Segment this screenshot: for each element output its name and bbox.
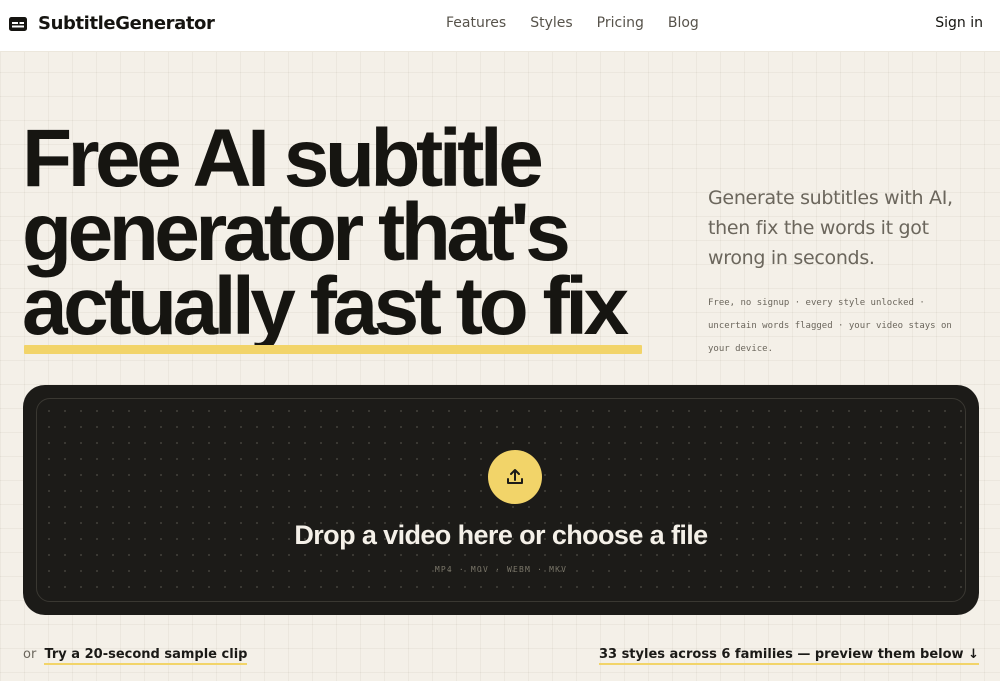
brand-name: SubtitleGenerator (38, 13, 215, 34)
sample-clip-link[interactable]: Try a 20-second sample clip (44, 647, 248, 665)
video-dropzone[interactable]: Drop a video here or choose a file MP4 ·… (23, 385, 979, 615)
headline-highlight (24, 345, 642, 354)
headline-line-3: actually fast to fix (22, 261, 629, 352)
hero-subhead: Generate subtitles with AI, then fix the… (708, 187, 953, 269)
or-label: or (23, 647, 37, 662)
upload-button[interactable] (488, 450, 542, 504)
nav-link-styles[interactable]: Styles (530, 15, 572, 31)
page: SubtitleGenerator Features Styles Pricin… (0, 0, 1000, 681)
dropzone-dotted-area: Drop a video here or choose a file MP4 ·… (36, 398, 966, 602)
styles-preview-link[interactable]: 33 styles across 6 families — preview th… (598, 647, 979, 665)
supported-formats: MP4 · MOV · WEBM · MKV (434, 565, 568, 574)
headline-line-2: generator that's (22, 187, 571, 278)
nav-link-features[interactable]: Features (446, 15, 506, 31)
nav-links: Features Styles Pricing Blog (446, 15, 723, 31)
sample-clip-row: or Try a 20-second sample clip (23, 647, 248, 665)
top-nav: SubtitleGenerator Features Styles Pricin… (0, 0, 1000, 52)
brand-logo[interactable]: SubtitleGenerator (9, 13, 215, 34)
sign-in-link[interactable]: Sign in (935, 15, 983, 31)
hero-fine-print: Free, no signup · every style unlocked ·… (708, 298, 952, 354)
subtitles-icon (9, 16, 27, 31)
upload-icon (507, 469, 523, 484)
dropzone-title: Drop a video here or choose a file (294, 520, 708, 550)
hero-headline: Free AI subtitle generator that's actual… (22, 113, 682, 352)
nav-link-blog[interactable]: Blog (668, 15, 699, 31)
headline-line-1: Free AI subtitle (22, 113, 544, 204)
nav-link-pricing[interactable]: Pricing (597, 15, 644, 31)
